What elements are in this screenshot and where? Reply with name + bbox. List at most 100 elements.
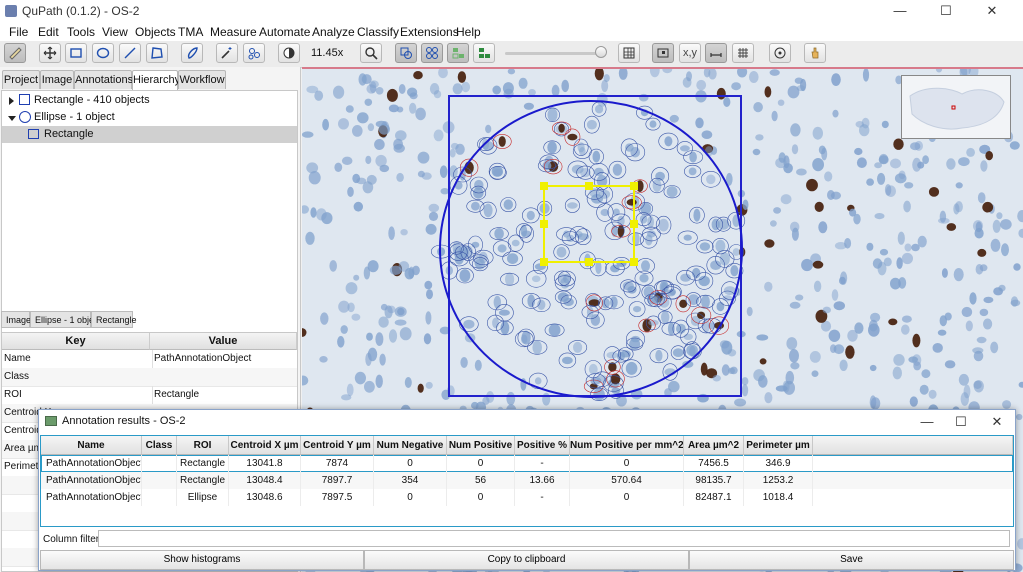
negative-nucleus bbox=[791, 144, 799, 155]
column-header-area[interactable]: Area µm^2 bbox=[684, 436, 744, 455]
property-row[interactable]: Class bbox=[2, 368, 297, 387]
negative-nucleus bbox=[796, 85, 806, 92]
negative-nucleus bbox=[730, 265, 739, 277]
column-header-perimeter[interactable]: Perimeter µm bbox=[744, 436, 813, 455]
menu-view[interactable]: View bbox=[102, 25, 128, 39]
column-header-positive-per-mm2[interactable]: Num Positive per mm^2 bbox=[570, 436, 684, 455]
column-filter-input[interactable] bbox=[98, 530, 1010, 547]
menu-objects[interactable]: Objects bbox=[135, 25, 176, 39]
annotations-toggle-icon[interactable] bbox=[395, 43, 417, 63]
coordinate-icon[interactable]: x,y bbox=[679, 43, 701, 63]
resize-handle[interactable] bbox=[630, 182, 638, 190]
breadcrumb-image[interactable]: Image bbox=[1, 311, 31, 328]
fill-icon[interactable] bbox=[473, 43, 495, 63]
minimize-button[interactable]: — bbox=[877, 0, 923, 22]
negative-nucleus bbox=[983, 318, 993, 330]
resize-handle[interactable] bbox=[585, 258, 593, 266]
overview-thumbnail[interactable] bbox=[901, 75, 1011, 139]
hand-icon[interactable] bbox=[804, 43, 826, 63]
column-header-positive-pct[interactable]: Positive % bbox=[515, 436, 570, 455]
resize-handle[interactable] bbox=[585, 182, 593, 190]
copy-to-clipboard-button[interactable]: Copy to clipboard bbox=[364, 550, 689, 570]
menu-edit[interactable]: Edit bbox=[38, 25, 59, 39]
results-close-button[interactable]: ✕ bbox=[979, 410, 1015, 434]
tree-item-selected[interactable]: Rectangle bbox=[2, 126, 297, 143]
maximize-button[interactable]: ☐ bbox=[923, 0, 969, 22]
column-header-num-positive[interactable]: Num Positive bbox=[447, 436, 515, 455]
menu-extensions[interactable]: Extensions bbox=[400, 25, 459, 39]
breadcrumb-rectangle[interactable]: Rectangle bbox=[91, 311, 137, 328]
column-header-centroid-x[interactable]: Centroid X µm bbox=[229, 436, 301, 455]
save-button[interactable]: Save bbox=[689, 550, 1014, 570]
negative-nucleus bbox=[424, 280, 433, 290]
cells-icon[interactable] bbox=[243, 43, 265, 63]
negative-nucleus bbox=[595, 104, 604, 114]
detections-icon[interactable] bbox=[447, 43, 469, 63]
table-row[interactable]: PathAnnotationObject Rectangle 13041.8 7… bbox=[41, 455, 1013, 472]
results-maximize-button[interactable]: ☐ bbox=[943, 410, 979, 434]
menu-tma[interactable]: TMA bbox=[178, 25, 203, 39]
column-header-value[interactable]: Value bbox=[150, 333, 297, 350]
resize-handle[interactable] bbox=[540, 220, 548, 228]
ruler-icon[interactable] bbox=[4, 43, 26, 63]
negative-nucleus bbox=[320, 312, 329, 325]
menu-automate[interactable]: Automate bbox=[259, 25, 310, 39]
menu-measure[interactable]: Measure bbox=[210, 25, 257, 39]
negative-nucleus bbox=[417, 170, 425, 178]
opacity-slider-track[interactable] bbox=[505, 52, 601, 55]
menu-help[interactable]: Help bbox=[456, 25, 481, 39]
negative-nucleus bbox=[345, 282, 358, 295]
property-row[interactable]: ROI Rectangle bbox=[2, 386, 297, 405]
move-icon[interactable] bbox=[39, 43, 61, 63]
negative-nucleus bbox=[399, 327, 412, 341]
zoom-icon[interactable] bbox=[360, 43, 382, 63]
results-minimize-button[interactable]: — bbox=[909, 410, 945, 434]
menu-file[interactable]: File bbox=[9, 25, 28, 39]
column-header-roi[interactable]: ROI bbox=[177, 436, 229, 455]
negative-nucleus bbox=[756, 334, 769, 341]
menu-analyze[interactable]: Analyze bbox=[312, 25, 355, 39]
wand-icon[interactable] bbox=[216, 43, 238, 63]
counting-grid-icon[interactable] bbox=[732, 43, 754, 63]
breadcrumb-ellipse[interactable]: Ellipse - 1 object bbox=[30, 311, 101, 328]
resize-handle[interactable] bbox=[540, 182, 548, 190]
brush-icon[interactable] bbox=[181, 43, 203, 63]
opacity-slider-thumb[interactable] bbox=[595, 46, 607, 58]
positive-nucleus bbox=[946, 223, 957, 231]
grid-icon[interactable] bbox=[618, 43, 640, 63]
table-row[interactable]: PathAnnotationObject Ellipse 13048.6 789… bbox=[41, 489, 1013, 506]
tma-icon[interactable] bbox=[421, 43, 443, 63]
column-header-key[interactable]: Key bbox=[2, 333, 150, 350]
close-button[interactable]: ✕ bbox=[969, 0, 1015, 22]
tree-item-label: Rectangle bbox=[44, 128, 94, 140]
tab-annotations[interactable]: Annotations bbox=[74, 70, 133, 89]
property-row[interactable]: Name PathAnnotationObject bbox=[2, 350, 297, 369]
scalebar-icon[interactable] bbox=[705, 43, 727, 63]
resize-handle[interactable] bbox=[630, 220, 638, 228]
resize-handle[interactable] bbox=[630, 258, 638, 266]
column-header-class[interactable]: Class bbox=[142, 436, 177, 455]
tab-workflow[interactable]: Workflow bbox=[178, 70, 226, 89]
show-histograms-button[interactable]: Show histograms bbox=[40, 550, 364, 570]
tab-project[interactable]: Project bbox=[2, 70, 40, 89]
menu-tools[interactable]: Tools bbox=[67, 25, 95, 39]
menu-classify[interactable]: Classify bbox=[357, 25, 399, 39]
line-icon[interactable] bbox=[119, 43, 141, 63]
table-row[interactable]: PathAnnotationObject Rectangle 13048.4 7… bbox=[41, 472, 1013, 489]
contrast-icon[interactable] bbox=[278, 43, 300, 63]
tab-hierarchy[interactable]: Hierarchy bbox=[132, 70, 180, 91]
tab-image[interactable]: Image bbox=[40, 70, 74, 89]
column-header-name[interactable]: Name bbox=[41, 436, 142, 455]
column-header-centroid-y[interactable]: Centroid Y µm bbox=[301, 436, 374, 455]
expand-arrow-icon[interactable] bbox=[9, 97, 14, 105]
collapse-arrow-icon[interactable] bbox=[8, 116, 16, 121]
overview-icon[interactable] bbox=[652, 43, 674, 63]
tree-item[interactable]: Rectangle - 410 objects bbox=[2, 92, 297, 109]
column-header-num-negative[interactable]: Num Negative bbox=[374, 436, 447, 455]
center-icon[interactable] bbox=[769, 43, 791, 63]
resize-handle[interactable] bbox=[540, 258, 548, 266]
ellipse-icon[interactable] bbox=[92, 43, 114, 63]
polygon-icon[interactable] bbox=[146, 43, 168, 63]
tree-item[interactable]: Ellipse - 1 object bbox=[2, 109, 297, 126]
rectangle-icon[interactable] bbox=[65, 43, 87, 63]
